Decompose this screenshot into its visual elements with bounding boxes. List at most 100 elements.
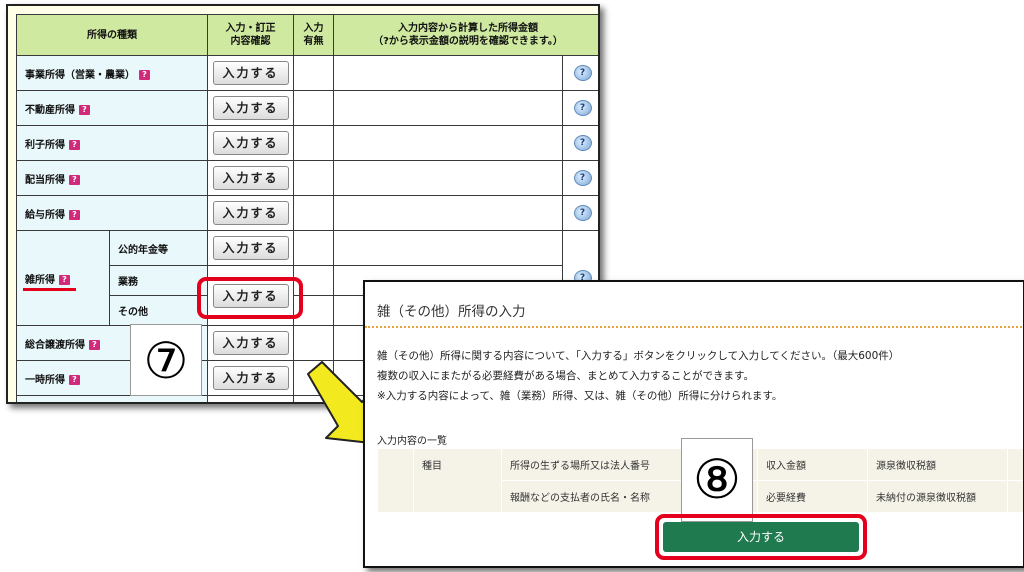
amount-cell — [333, 55, 563, 91]
category-label: 一時所得 — [25, 374, 65, 386]
column-expense: 必要経費 — [757, 480, 868, 513]
input-cell: 入力する — [207, 325, 294, 361]
has-input-cell — [293, 325, 334, 361]
input-cell: 入力する — [207, 195, 294, 231]
input-button-dividend[interactable]: 入力する — [212, 166, 289, 190]
input-button-salary[interactable]: 入力する — [212, 201, 289, 225]
input-cell: 入力する — [207, 90, 294, 126]
table-row: 事業所得（営業・農業）? 入力する ? — [16, 55, 598, 91]
input-button-capital-gains[interactable]: 入力する — [212, 331, 289, 355]
column-income: 収入金額 — [757, 448, 868, 481]
input-button-real-estate[interactable]: 入力する — [212, 96, 289, 120]
header-income-type: 所得の種類 — [16, 14, 208, 56]
divider — [365, 326, 1023, 328]
input-button-pension[interactable]: 入力する — [212, 236, 289, 260]
category-label: 給与所得 — [25, 209, 65, 221]
input-button[interactable]: 入力する — [663, 522, 859, 552]
hint-bubble-icon[interactable]: ? — [573, 65, 592, 81]
has-input-cell — [293, 195, 334, 231]
step-number-8: ⑧ — [681, 438, 753, 522]
table-row: 雑所得? 公的年金等 入力する ? — [16, 230, 598, 326]
category-label: 雑所得 — [25, 274, 55, 286]
amount-cell — [333, 230, 563, 266]
input-button-interest[interactable]: 入力する — [212, 131, 289, 155]
subcategory-other: その他 — [109, 295, 208, 326]
hint-bubble-icon[interactable]: ? — [573, 100, 592, 116]
blank-cell — [377, 448, 414, 513]
header-amount-line2: （?から表示金額の説明を確認できます。） — [373, 36, 563, 47]
question-mark-icon[interactable]: ? — [59, 274, 70, 285]
blank-cell — [1007, 448, 1023, 481]
hint-cell: ? — [562, 125, 598, 161]
has-input-cell — [293, 160, 334, 196]
header-has-input: 入力 有無 — [293, 14, 334, 56]
column-type: 種目 — [413, 448, 502, 513]
hint-cell: ? — [562, 160, 598, 196]
header-amount: 入力内容から計算した所得金額 （?から表示金額の説明を確認できます。） — [333, 14, 598, 56]
step-number-7: ⑦ — [130, 324, 202, 396]
category-dividend: 配当所得? — [16, 160, 208, 196]
category-real-estate: 不動産所得? — [16, 90, 208, 126]
input-cell — [207, 395, 294, 402]
blank-cell — [1007, 480, 1023, 513]
input-button-temporary[interactable]: 入力する — [212, 366, 289, 390]
instruction-line-3: ※入力する内容によって、雑（業務）所得、又は、雑（その他）所得に分けられます。 — [377, 390, 783, 402]
instruction-line-1: 雑（その他）所得に関する内容について、「入力する」ボタンをクリックして入力してく… — [377, 350, 900, 362]
has-input-cell — [293, 55, 334, 91]
panel-title: 雑（その他）所得の入力 — [377, 304, 526, 320]
hint-cell: ? — [562, 90, 598, 126]
input-cell: 入力する — [207, 160, 294, 196]
amount-cell — [333, 160, 563, 196]
amount-cell — [333, 195, 563, 231]
category-business: 事業所得（営業・農業）? — [16, 55, 208, 91]
header-has-input-line1: 入力 — [303, 23, 324, 34]
table-row: 配当所得? 入力する ? — [16, 160, 598, 196]
input-button-business[interactable]: 入力する — [212, 61, 289, 85]
category-label: 総合譲渡所得 — [25, 339, 85, 351]
column-unpaid: 未納付の源泉徴収税額 — [867, 480, 1008, 513]
question-mark-icon[interactable]: ? — [69, 174, 80, 185]
category-misc: 雑所得? — [16, 230, 110, 326]
question-mark-icon[interactable]: ? — [69, 209, 80, 220]
input-cell: 入力する — [207, 360, 294, 396]
misc-other-input-panel: 雑（その他）所得の入力 雑（その他）所得に関する内容について、「入力する」ボタン… — [363, 280, 1024, 568]
hint-cell: ? — [562, 195, 598, 231]
question-mark-icon[interactable]: ? — [69, 374, 80, 385]
category-interest: 利子所得? — [16, 125, 208, 161]
question-mark-icon[interactable]: ? — [89, 339, 100, 350]
question-mark-icon[interactable]: ? — [69, 139, 80, 150]
hint-bubble-icon[interactable]: ? — [573, 170, 592, 186]
has-input-cell — [293, 90, 334, 126]
table-row: 不動産所得? 入力する ? — [16, 90, 598, 126]
question-mark-icon[interactable]: ? — [139, 69, 150, 80]
subcategory-business: 業務 — [109, 265, 208, 296]
subcategory-pension: 公的年金等 — [109, 230, 208, 266]
category-label: 配当所得 — [25, 174, 65, 186]
table-row: 利子所得? 入力する ? — [16, 125, 598, 161]
input-cell: 入力する — [207, 55, 294, 91]
misc-income-underline — [23, 288, 76, 291]
question-mark-icon[interactable]: ? — [79, 104, 90, 115]
has-input-cell — [293, 125, 334, 161]
amount-cell — [333, 125, 563, 161]
instruction-line-2: 複数の収入にまたがる必要経費がある場合、まとめて入力することができます。 — [377, 370, 754, 382]
table-row: 給与所得? 入力する ? — [16, 195, 598, 231]
category-label: 不動産所得 — [25, 104, 75, 116]
input-cell: 入力する — [207, 125, 294, 161]
header-amount-line1: 入力内容から計算した所得金額 — [398, 23, 538, 34]
column-withheld: 源泉徴収税額 — [867, 448, 1008, 481]
amount-cell — [333, 90, 563, 126]
hint-bubble-icon[interactable]: ? — [573, 135, 592, 151]
has-input-cell — [293, 230, 334, 266]
header-has-input-line2: 有無 — [303, 36, 324, 47]
hint-cell: ? — [562, 55, 598, 91]
list-label: 入力内容の一覧 — [377, 436, 447, 447]
highlight-box-step7 — [197, 277, 303, 319]
category-salary: 給与所得? — [16, 195, 208, 231]
header-confirm-line2: 内容確認 — [230, 36, 271, 47]
hint-bubble-icon[interactable]: ? — [573, 205, 592, 221]
category-label: 事業所得（営業・農業） — [25, 69, 135, 81]
header-confirm-line1: 入力・訂正 — [225, 23, 276, 34]
header-confirm: 入力・訂正 内容確認 — [207, 14, 294, 56]
input-cell: 入力する — [207, 230, 294, 266]
